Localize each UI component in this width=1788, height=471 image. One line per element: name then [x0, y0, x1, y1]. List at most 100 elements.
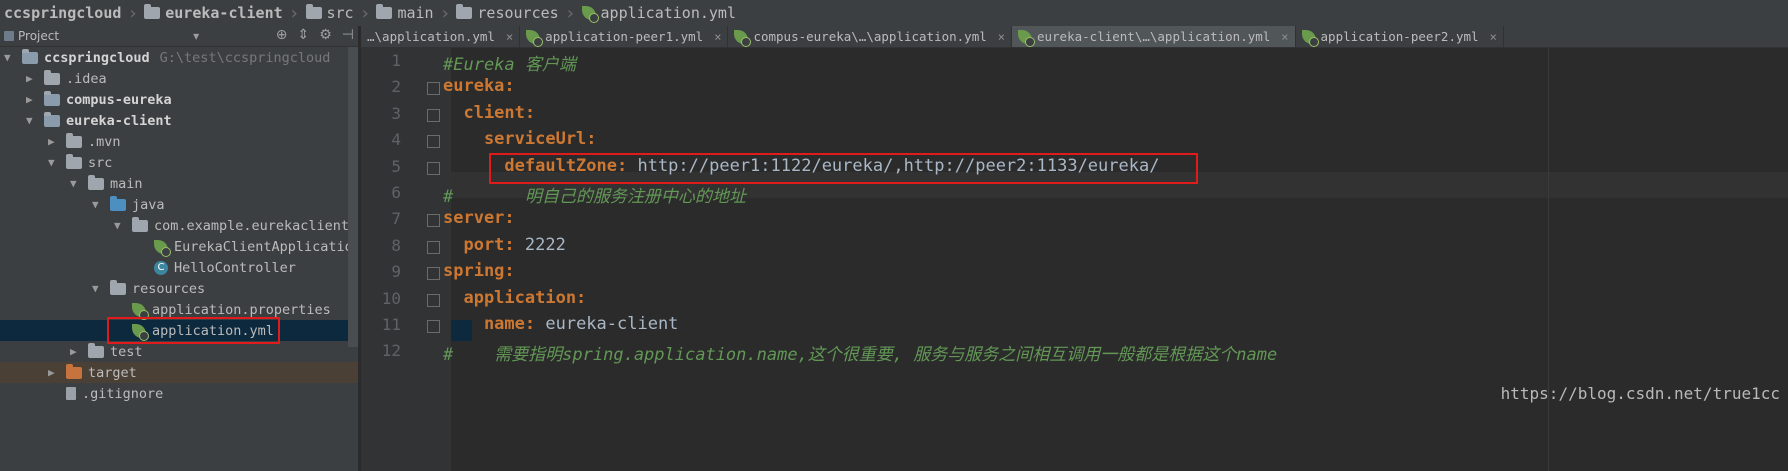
- line-number: 1: [391, 51, 401, 70]
- breadcrumb-item[interactable]: eureka-client: [140, 0, 288, 26]
- tree-item-label: .idea: [66, 70, 107, 87]
- close-icon[interactable]: ×: [714, 30, 721, 44]
- collapsed-arrow-icon[interactable]: ▶: [48, 135, 60, 148]
- tree-item-icon-wrap: [66, 132, 82, 148]
- scroll-from-source-icon[interactable]: ⊕: [276, 27, 288, 43]
- code-line[interactable]: spring:: [443, 261, 515, 281]
- tree-item-icon-wrap: [110, 279, 126, 295]
- excluded-folder-icon: [66, 363, 82, 379]
- folder-icon: [456, 4, 473, 19]
- editor-tab[interactable]: compus-eureka\…\application.yml ×: [728, 26, 1012, 47]
- breadcrumb-item[interactable]: application.yml: [578, 0, 742, 26]
- code-line[interactable]: name: eureka-client: [443, 314, 678, 334]
- fold-marker-icon[interactable]: [427, 267, 440, 281]
- editor-tab[interactable]: application-peer1.yml ×: [520, 26, 729, 47]
- tree-item-label: .mvn: [88, 133, 121, 150]
- close-icon[interactable]: ×: [1281, 30, 1288, 44]
- code-line[interactable]: client:: [443, 103, 535, 123]
- editor-tab[interactable]: application-peer2.yml ×: [1296, 26, 1504, 47]
- gear-icon[interactable]: ⚙: [319, 27, 332, 43]
- expanded-arrow-icon[interactable]: ▼: [48, 156, 60, 169]
- close-icon[interactable]: ×: [998, 30, 1005, 44]
- breadcrumb-separator: ›: [288, 2, 300, 24]
- tree-item[interactable]: ▼ eureka-client: [0, 110, 384, 131]
- tree-item-icon-wrap: [44, 111, 60, 127]
- tree-item[interactable]: ▶ .mvn: [0, 131, 406, 152]
- expanded-arrow-icon[interactable]: ▼: [92, 198, 104, 211]
- collapsed-arrow-icon[interactable]: ▶: [26, 72, 38, 85]
- code-line[interactable]: application:: [443, 288, 586, 308]
- folder-icon: [44, 69, 60, 85]
- collapsed-arrow-icon[interactable]: ▶: [48, 366, 60, 379]
- code-line[interactable]: port: 2222: [443, 235, 565, 255]
- line-number: 5: [391, 156, 401, 176]
- expanded-arrow-icon[interactable]: ▼: [26, 114, 38, 127]
- expanded-arrow-icon[interactable]: ▼: [114, 219, 126, 232]
- tree-item[interactable]: ▶ target: [0, 362, 406, 383]
- expanded-arrow-icon[interactable]: ▼: [92, 282, 104, 295]
- tree-item-path: G:\test\ccspringcloud: [159, 49, 331, 66]
- tree-item-label: resources: [132, 280, 206, 297]
- line-number: 3: [391, 103, 401, 123]
- tree-item[interactable]: .gitignore: [0, 383, 406, 404]
- tree-item-icon-wrap: [88, 174, 104, 190]
- code-token: eureka:: [443, 76, 515, 97]
- tree-item[interactable]: ▼ ccspringcloud G:\test\ccspringcloud: [0, 47, 362, 68]
- code-token: spring:: [443, 261, 515, 282]
- fold-marker-icon[interactable]: [427, 214, 440, 228]
- folder-icon: [144, 4, 161, 19]
- breadcrumb-item[interactable]: resources: [452, 0, 564, 26]
- close-icon[interactable]: ×: [1490, 30, 1497, 44]
- red-highlight-box-tree: [107, 317, 280, 344]
- code-line[interactable]: server:: [443, 208, 515, 228]
- line-number: 9: [391, 262, 401, 282]
- breadcrumb-item[interactable]: main: [372, 0, 439, 26]
- breadcrumb-separator: ›: [359, 2, 371, 24]
- fold-marker-icon[interactable]: [427, 82, 440, 96]
- tree-item[interactable]: ▼ src: [0, 152, 406, 173]
- editor-tab[interactable]: eureka-client\…\application.yml ×: [1011, 26, 1296, 47]
- code-line[interactable]: eureka:: [443, 76, 515, 96]
- project-tree[interactable]: ▼ ccspringcloud G:\test\ccspringcloud ▶ .ide…: [0, 47, 472, 471]
- collapse-all-icon[interactable]: ⇕: [298, 27, 310, 43]
- tree-item[interactable]: ▶ .idea: [0, 68, 384, 89]
- fold-marker-icon[interactable]: [427, 108, 440, 122]
- breadcrumb-item[interactable]: ccspringcloud: [0, 0, 127, 26]
- code-line[interactable]: serviceUrl:: [443, 129, 597, 149]
- tree-item[interactable]: ▶ compus-eureka: [0, 89, 384, 110]
- line-number: 2: [391, 77, 401, 97]
- watermark-url: https://blog.csdn.net/true1cc: [1500, 384, 1780, 403]
- fold-marker-icon[interactable]: [427, 293, 440, 307]
- expanded-arrow-icon[interactable]: ▼: [70, 177, 82, 190]
- red-highlight-box-editor: [489, 153, 1198, 184]
- spring-config-icon: [734, 29, 752, 47]
- tree-item-icon-wrap: [88, 342, 104, 358]
- tree-item-icon-wrap: [132, 302, 149, 320]
- project-tree-scrollbar[interactable]: [348, 47, 358, 347]
- fold-marker-icon[interactable]: [427, 320, 440, 333]
- breadcrumb-item[interactable]: src: [302, 0, 360, 26]
- code-line[interactable]: # 明自己的服务注册中心的地址: [443, 182, 746, 207]
- editor-tabs: …\application.yml × application-peer1.yml ×…: [361, 26, 1788, 48]
- fold-marker-icon[interactable]: [427, 161, 440, 175]
- project-view-selector[interactable]: Project ▾: [4, 29, 199, 43]
- tree-item-icon-wrap: [154, 239, 171, 257]
- hide-panel-icon[interactable]: ⊣: [342, 27, 354, 43]
- fold-marker-icon[interactable]: [427, 135, 440, 149]
- collapsed-arrow-icon[interactable]: ▶: [26, 93, 38, 106]
- breadcrumb-separator: ›: [127, 2, 139, 24]
- expanded-arrow-icon[interactable]: ▼: [4, 51, 16, 64]
- code-line[interactable]: # 需要指明spring.application.name,这个很重要, 服务与…: [443, 340, 1277, 365]
- editor-tab[interactable]: …\application.yml ×: [361, 26, 521, 47]
- tree-item-label: java: [132, 196, 165, 213]
- spring-class-icon: [154, 239, 171, 257]
- collapsed-arrow-icon[interactable]: ▶: [70, 345, 82, 358]
- fold-marker-icon[interactable]: [427, 240, 440, 254]
- code-line[interactable]: #Eureka 客户端: [443, 50, 576, 75]
- chevron-down-icon[interactable]: ▾: [193, 29, 199, 43]
- tree-item-label: .gitignore: [82, 385, 164, 402]
- project-tool-window-header: Project ▾ ⊕ ⇕ ⚙ ⊣: [0, 26, 360, 47]
- close-icon[interactable]: ×: [506, 30, 513, 44]
- tree-item-label: ccspringcloud: [44, 49, 150, 66]
- tree-item-icon-wrap: [66, 387, 76, 400]
